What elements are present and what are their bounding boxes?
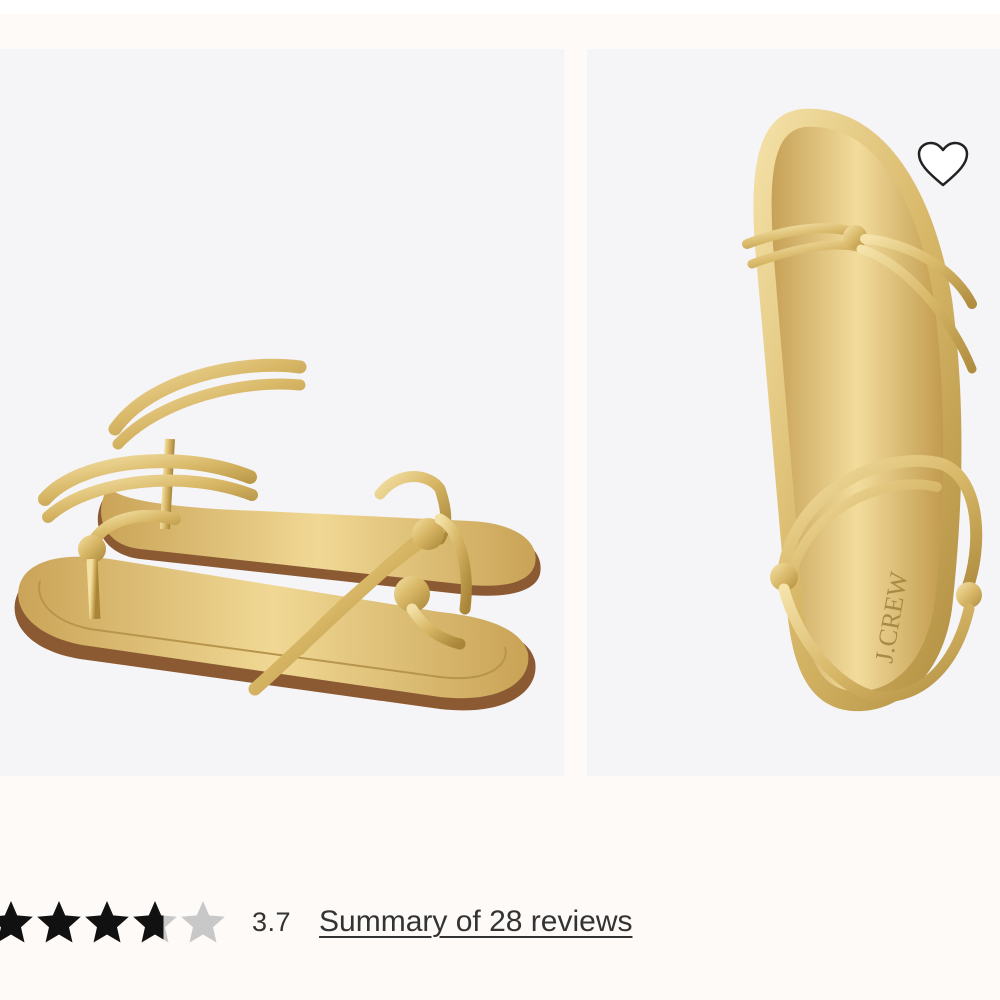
star-icon — [133, 901, 177, 943]
sandals-pair-illustration — [14, 358, 541, 711]
star-icon — [37, 901, 81, 943]
reviews-summary-link[interactable]: Summary of 28 reviews — [319, 905, 632, 939]
star-icon — [85, 901, 129, 943]
product-image-angled[interactable] — [0, 49, 564, 776]
wishlist-button[interactable] — [914, 139, 972, 191]
header-strip — [0, 0, 1000, 14]
rating-summary: 3.7 Summary of 28 reviews — [0, 892, 1000, 952]
product-page: J.CREW 3.7 Summary of 28 reviews — [0, 0, 1000, 1000]
star-icon — [0, 901, 33, 943]
rating-value: 3.7 — [252, 906, 292, 937]
star-icon — [181, 901, 225, 943]
heart-outline-icon — [917, 141, 969, 187]
product-gallery: J.CREW — [0, 49, 1000, 776]
star-rating — [0, 899, 226, 945]
